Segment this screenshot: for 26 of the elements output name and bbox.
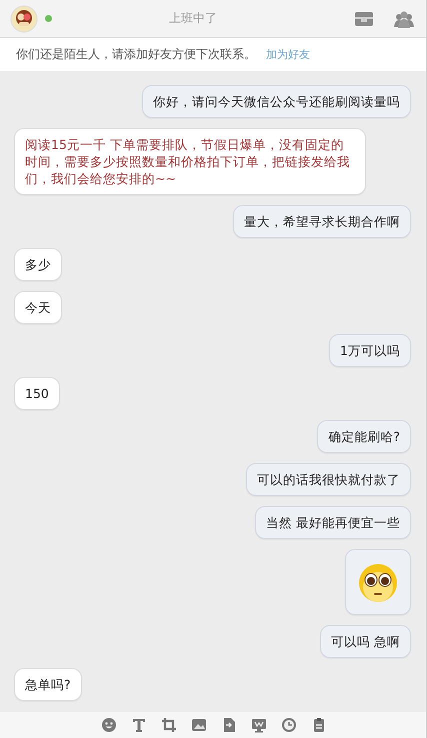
message-bubble: 可以吗 急啊 bbox=[320, 625, 411, 658]
message-bubble: 多少 bbox=[14, 248, 62, 281]
message-bubble: 急单吗? bbox=[14, 668, 82, 701]
notice-text: 你们还是陌生人，请添加好友方便下次联系。 bbox=[16, 46, 256, 63]
screen-icon[interactable] bbox=[251, 717, 267, 733]
message-bubble: 阅读15元一千 下单需要排队，节假日爆单，没有固定的时间，需要多少按照数量和价格拍下订单，把链接发给我们，我们会给您安排的~~ bbox=[14, 128, 366, 195]
add-friend-link[interactable]: 加为好友 bbox=[266, 47, 310, 62]
message-bubble: 150 bbox=[14, 377, 60, 410]
image-icon[interactable] bbox=[191, 717, 207, 733]
status-text: 上班中了 bbox=[169, 10, 217, 27]
message-bubble: 当然 最好能再便宜一些 bbox=[255, 506, 411, 539]
clock-icon[interactable] bbox=[281, 717, 297, 733]
message-bubble: 你好，请问今天微信公众号还能刷阅读量吗 bbox=[142, 85, 411, 118]
crop-icon[interactable] bbox=[161, 717, 177, 733]
message-bubble: 确定能刷哈? bbox=[317, 420, 411, 453]
message-bubble: 今天 bbox=[14, 291, 62, 324]
message-bubble: 量大，希望寻求长期合作啊 bbox=[233, 205, 411, 238]
emoji-icon[interactable] bbox=[101, 717, 117, 733]
message-bubble: 可以的话我很快就付款了 bbox=[246, 463, 411, 496]
briefcase-icon[interactable] bbox=[354, 10, 374, 28]
font-icon[interactable] bbox=[131, 717, 147, 733]
message-bubble: 1万可以吗 bbox=[329, 334, 411, 367]
clipboard-icon[interactable] bbox=[311, 717, 327, 733]
file-icon[interactable] bbox=[221, 717, 237, 733]
avatar[interactable] bbox=[10, 4, 38, 32]
group-icon[interactable] bbox=[394, 10, 414, 28]
